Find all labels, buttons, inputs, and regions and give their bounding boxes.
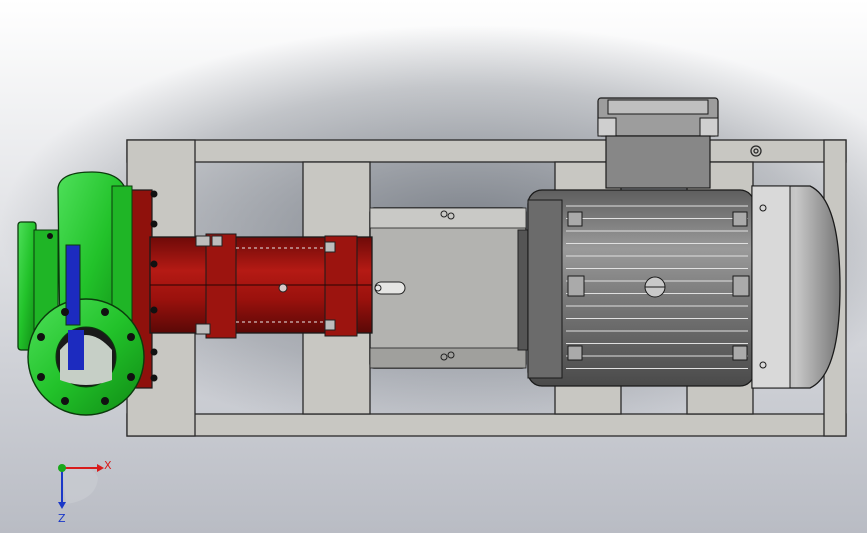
coupling-guard[interactable] (369, 207, 529, 369)
axis-z-label: Z (58, 512, 66, 525)
cad-viewport[interactable]: X Z (0, 0, 867, 533)
axis-x-label: X (104, 459, 112, 472)
frame-bottom-rail (126, 413, 847, 437)
frame-top-rail (126, 139, 847, 163)
